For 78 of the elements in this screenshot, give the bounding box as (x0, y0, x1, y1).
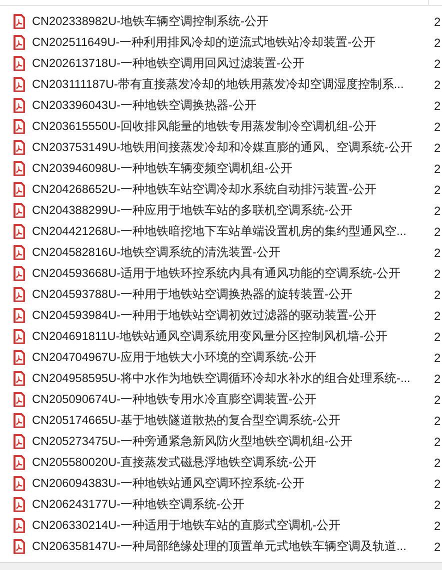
pdf-file-icon (13, 455, 25, 470)
date-cell: 2 (434, 350, 441, 364)
file-name[interactable]: CN206243177U-一种地铁空调系统-公开 (32, 496, 426, 512)
file-name[interactable]: CN204704967U-应用于地铁大小环境的空调系统-公开 (32, 350, 426, 366)
pdf-file-icon (13, 329, 25, 344)
pdf-file-icon (13, 308, 25, 323)
pdf-file-icon (13, 182, 25, 197)
file-name[interactable]: CN205580020U-直接蒸发式磁悬浮地铁空调系统-公开 (32, 454, 426, 470)
date-cell: 2 (434, 140, 441, 154)
file-name[interactable]: CN203615550U-回收排风能量的地铁专用蒸发制冷空调机组-公开 (32, 118, 426, 134)
pdf-file-icon (13, 413, 25, 428)
pdf-file-icon (13, 434, 25, 449)
pdf-file-icon (13, 161, 25, 176)
date-cell: 2 (434, 434, 441, 448)
file-name[interactable]: CN206358147U-一种局部绝缘处理的顶置单元式地铁车辆空调及轨道... (32, 538, 426, 554)
date-cell: 2 (434, 246, 441, 260)
file-name[interactable]: CN204593668U-适用于地铁环控系统内具有通风功能的空调系统-公开 (32, 266, 426, 282)
date-cell: 2 (434, 518, 441, 532)
file-name[interactable]: CN204421268U-一种地铁暗挖地下车站单端设置机房的集约型通风空... (32, 224, 426, 240)
pdf-file-icon (13, 371, 25, 386)
pdf-file-icon (13, 266, 25, 281)
file-name[interactable]: CN204593788U-一种用于地铁站空调换热器的旋转装置-公开 (32, 286, 426, 302)
file-name[interactable]: CN206094383U-一种地铁站通风空调环控系统-公开 (32, 476, 426, 492)
file-name[interactable]: CN202613718U-一种地铁空调用回风过滤装置-公开 (32, 56, 426, 72)
file-name[interactable]: CN204691811U-地铁站通风空调系统用变风量分区控制风机墙-公开 (32, 328, 426, 344)
file-name[interactable]: CN203946098U-一种地铁车辆变频空调机组-公开 (32, 160, 426, 176)
date-cell: 2 (434, 414, 441, 428)
pdf-file-icon (13, 14, 25, 29)
date-cell: 2 (434, 392, 441, 406)
date-cell: 2 (434, 14, 441, 28)
pdf-file-icon (13, 35, 25, 50)
pdf-file-icon (13, 224, 25, 239)
date-cell: 2 (434, 288, 441, 302)
date-cell: 2 (434, 476, 441, 490)
file-name[interactable]: CN205090674U-一种地铁专用水冷直膨空调装置-公开 (32, 392, 426, 408)
date-cell: 2 (434, 330, 441, 344)
date-cell: 2 (434, 498, 441, 512)
file-name[interactable]: CN204958595U-将中水作为地铁空调循环冷却水补水的组合处理系统-... (32, 370, 426, 386)
pdf-file-icon (13, 497, 25, 512)
file-name[interactable]: CN205273475U-一种旁通紧急新风防火型地铁空调机组-公开 (32, 434, 426, 450)
pdf-file-icon (13, 350, 25, 365)
file-name[interactable]: CN203111187U-带有直接蒸发冷却的地铁用蒸发冷却空调湿度控制系... (32, 76, 426, 92)
date-cell: 2 (434, 456, 441, 470)
file-name[interactable]: CN202338982U-地铁车辆空调控制系统-公开 (32, 14, 426, 30)
file-name[interactable]: CN203753149U-地铁用间接蒸发冷却和冷媒直膨的通风、空调系统-公开 (32, 140, 426, 156)
pdf-file-icon (13, 119, 25, 134)
date-cell: 2 (434, 120, 441, 134)
pdf-file-icon (13, 476, 25, 491)
date-cell: 2 (434, 182, 441, 196)
file-name[interactable]: CN206330214U-一种适用于地铁车站的直膨式空调机-公开 (32, 518, 426, 534)
date-cell: 2 (434, 162, 441, 176)
date-cell: 2 (434, 36, 441, 50)
date-cell: 2 (434, 266, 441, 280)
pdf-file-icon (13, 77, 25, 92)
pdf-file-icon (13, 518, 25, 533)
pdf-file-icon (13, 245, 25, 260)
pdf-file-icon (13, 98, 25, 113)
pdf-file-icon (13, 203, 25, 218)
date-cell: 2 (434, 204, 441, 218)
date-cell: 2 (434, 308, 441, 322)
pdf-file-icon (13, 140, 25, 155)
pdf-file-icon (13, 287, 25, 302)
file-name[interactable]: CN205174665U-基于地铁隧道散热的复合型空调系统-公开 (32, 412, 426, 428)
file-name[interactable]: CN203396043U-一种地铁空调换热器-公开 (32, 98, 426, 114)
file-name[interactable]: CN204388299U-一种应用于地铁车站的多联机空调系统-公开 (32, 202, 426, 218)
pdf-file-icon (13, 392, 25, 407)
date-cell: 2 (434, 224, 441, 238)
pdf-file-icon (13, 56, 25, 71)
date-cell: 2 (434, 56, 441, 70)
date-cell: 2 (434, 372, 441, 386)
date-cell: 2 (434, 78, 441, 92)
date-cell: 2 (434, 98, 441, 112)
file-name[interactable]: CN204593984U-一种用于地铁站空调初效过滤器的驱动装置-公开 (32, 308, 426, 324)
date-cell: 2 (434, 540, 441, 554)
file-name[interactable]: CN204268652U-一种地铁车站空调冷却水系统自动排污装置-公开 (32, 182, 426, 198)
file-name[interactable]: CN202511649U-一种利用排风冷却的逆流式地铁站冷却装置-公开 (32, 34, 426, 50)
pdf-file-icon (13, 539, 25, 554)
file-name[interactable]: CN204582816U-地铁空调系统的清洗装置-公开 (32, 244, 426, 260)
